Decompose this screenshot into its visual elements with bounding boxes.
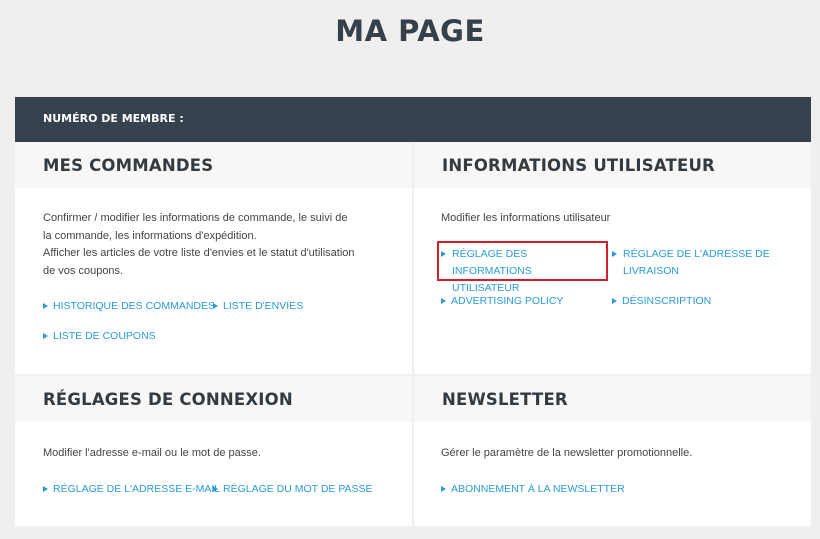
member-number-label: NUMÉRO DE MEMBRE : (43, 112, 184, 125)
user-info-description: Modifier les informations utilisateur (441, 212, 611, 224)
newsletter-description: Gérer le paramètre de la newsletter prom… (441, 447, 693, 459)
login-settings-description: Modifier l'adresse e-mail ou le mot de p… (43, 447, 261, 459)
newsletter-title: NEWSLETTER (442, 390, 568, 409)
unsubscribe-label: DÉSINSCRIPTION (622, 295, 712, 307)
order-history-link[interactable]: HISTORIQUE DES COMMANDES (43, 298, 215, 315)
shipping-address-label-line: RÉGLAGE DE L'ADRESSE DE (623, 248, 770, 260)
newsletter-subscription-label: ABONNEMENT À LA NEWSLETTER (451, 483, 625, 495)
user-info-title: INFORMATIONS UTILISATEUR (442, 156, 715, 175)
wishlist-link[interactable]: LISTE D'ENVIES (213, 298, 303, 315)
newsletter-subscription-link[interactable]: ABONNEMENT À LA NEWSLETTER (441, 481, 625, 498)
shipping-address-label: RÉGLAGE DE L'ADRESSE DE LIVRAISON (612, 246, 772, 280)
advertising-policy-link[interactable]: ADVERTISING POLICY (441, 293, 563, 310)
shipping-address-label-line: LIVRAISON (623, 265, 680, 277)
arrow-right-icon (441, 486, 446, 492)
order-history-label: HISTORIQUE DES COMMANDES (53, 300, 215, 312)
password-setting-link[interactable]: RÉGLAGE DU MOT DE PASSE (213, 481, 373, 498)
newsletter-panel: NEWSLETTER Gérer le paramètre de la news… (414, 376, 811, 526)
newsletter-panel-header: NEWSLETTER (414, 376, 811, 422)
member-number-bar: NUMÉRO DE MEMBRE : (15, 97, 811, 142)
login-settings-panel: RÉGLAGES DE CONNEXION Modifier l'adresse… (15, 376, 412, 526)
password-setting-label: RÉGLAGE DU MOT DE PASSE (223, 483, 373, 495)
unsubscribe-link[interactable]: DÉSINSCRIPTION (612, 293, 711, 310)
orders-title: MES COMMANDES (43, 156, 214, 175)
orders-panel-header: MES COMMANDES (15, 142, 412, 188)
arrow-right-icon (441, 298, 446, 304)
arrow-right-icon (43, 486, 48, 492)
orders-desc-line: la commande, les informations d'expéditi… (43, 229, 257, 242)
email-setting-label: RÉGLAGE DE L'ADRESSE E-MAIL (53, 483, 221, 495)
arrow-right-icon (612, 251, 617, 257)
arrow-right-icon (43, 333, 48, 339)
highlight-box (437, 241, 608, 281)
orders-panel: MES COMMANDES Confirmer / modifier les i… (15, 142, 412, 374)
coupons-link[interactable]: LISTE DE COUPONS (43, 328, 156, 345)
shipping-address-link[interactable]: RÉGLAGE DE L'ADRESSE DE LIVRAISON (612, 246, 772, 280)
advertising-policy-label: ADVERTISING POLICY (451, 295, 564, 307)
arrow-right-icon (213, 303, 218, 309)
orders-desc-line: de vos coupons. (43, 264, 124, 277)
arrow-right-icon (43, 303, 48, 309)
wishlist-label: LISTE D'ENVIES (223, 300, 304, 312)
login-settings-title: RÉGLAGES DE CONNEXION (43, 390, 293, 409)
orders-desc-line: Confirmer / modifier les informations de… (43, 212, 348, 224)
user-info-panel-header: INFORMATIONS UTILISATEUR (414, 142, 811, 188)
coupons-label: LISTE DE COUPONS (53, 330, 156, 342)
orders-desc-line: Afficher les articles de votre liste d'e… (43, 247, 355, 259)
page-title: MA PAGE (335, 14, 485, 48)
arrow-right-icon (612, 298, 617, 304)
login-settings-panel-header: RÉGLAGES DE CONNEXION (15, 376, 412, 422)
orders-description: Confirmer / modifier les informations de… (43, 210, 388, 280)
arrow-right-icon (213, 486, 218, 492)
email-setting-link[interactable]: RÉGLAGE DE L'ADRESSE E-MAIL (43, 481, 220, 498)
